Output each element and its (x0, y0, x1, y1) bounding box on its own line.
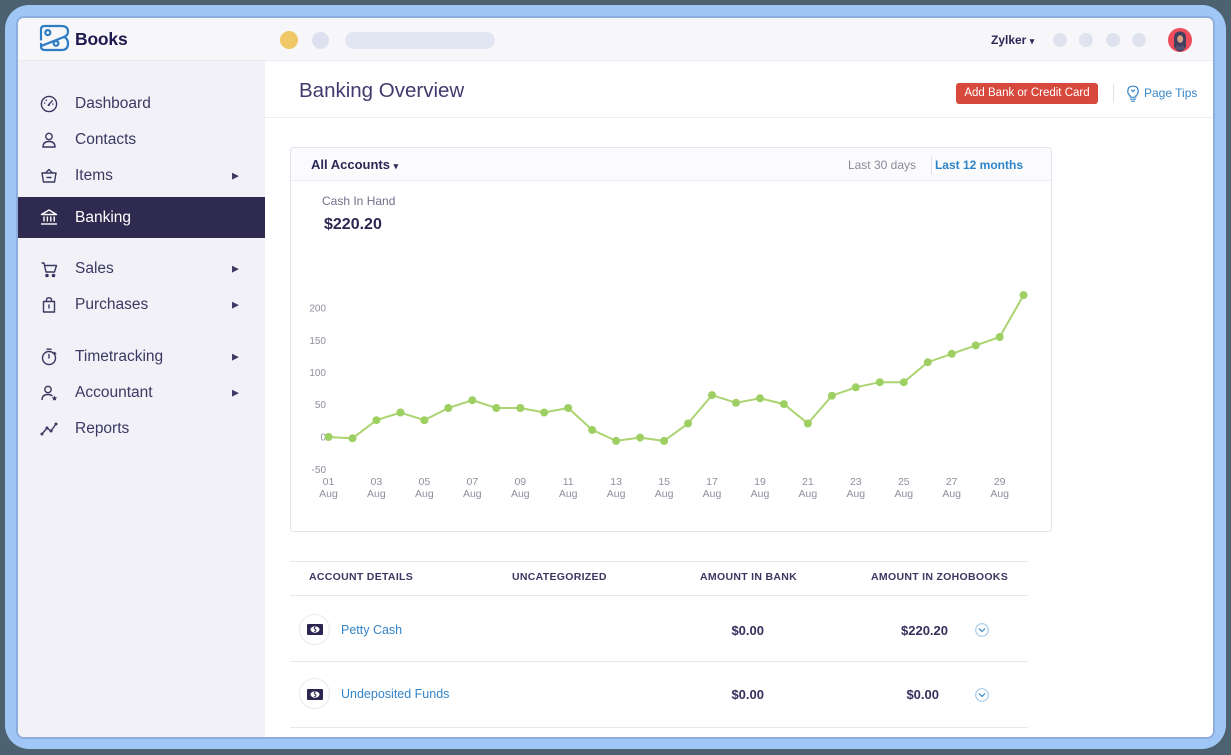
svg-text:17: 17 (706, 476, 718, 488)
svg-text:Aug: Aug (751, 488, 770, 500)
svg-text:27: 27 (946, 476, 958, 488)
svg-text:Aug: Aug (511, 488, 530, 500)
svg-text:Aug: Aug (319, 488, 338, 500)
svg-text:Aug: Aug (415, 488, 434, 500)
svg-text:03: 03 (371, 476, 383, 488)
svg-text:150: 150 (309, 336, 326, 347)
svg-text:11: 11 (563, 476, 574, 488)
svg-text:100: 100 (309, 368, 326, 379)
svg-text:Aug: Aug (990, 488, 1009, 500)
svg-text:Aug: Aug (894, 488, 913, 500)
svg-text:23: 23 (850, 476, 862, 488)
svg-text:Aug: Aug (655, 488, 674, 500)
svg-text:15: 15 (658, 476, 670, 488)
svg-text:07: 07 (466, 476, 478, 488)
svg-text:Aug: Aug (559, 488, 578, 500)
svg-text:19: 19 (754, 476, 766, 488)
svg-text:-50: -50 (312, 465, 327, 476)
svg-text:Aug: Aug (942, 488, 961, 500)
svg-text:21: 21 (802, 476, 814, 488)
svg-text:29: 29 (994, 476, 1006, 488)
svg-text:Aug: Aug (607, 488, 626, 500)
svg-text:09: 09 (514, 476, 526, 488)
svg-text:25: 25 (898, 476, 910, 488)
svg-text:Aug: Aug (463, 488, 482, 500)
svg-text:13: 13 (610, 476, 622, 488)
svg-text:50: 50 (315, 400, 327, 411)
svg-text:200: 200 (309, 304, 326, 315)
svg-text:05: 05 (419, 476, 431, 488)
svg-text:Aug: Aug (703, 488, 722, 500)
svg-text:Aug: Aug (846, 488, 865, 500)
svg-text:Aug: Aug (367, 488, 386, 500)
svg-text:Aug: Aug (799, 488, 818, 500)
svg-text:01: 01 (323, 476, 335, 488)
